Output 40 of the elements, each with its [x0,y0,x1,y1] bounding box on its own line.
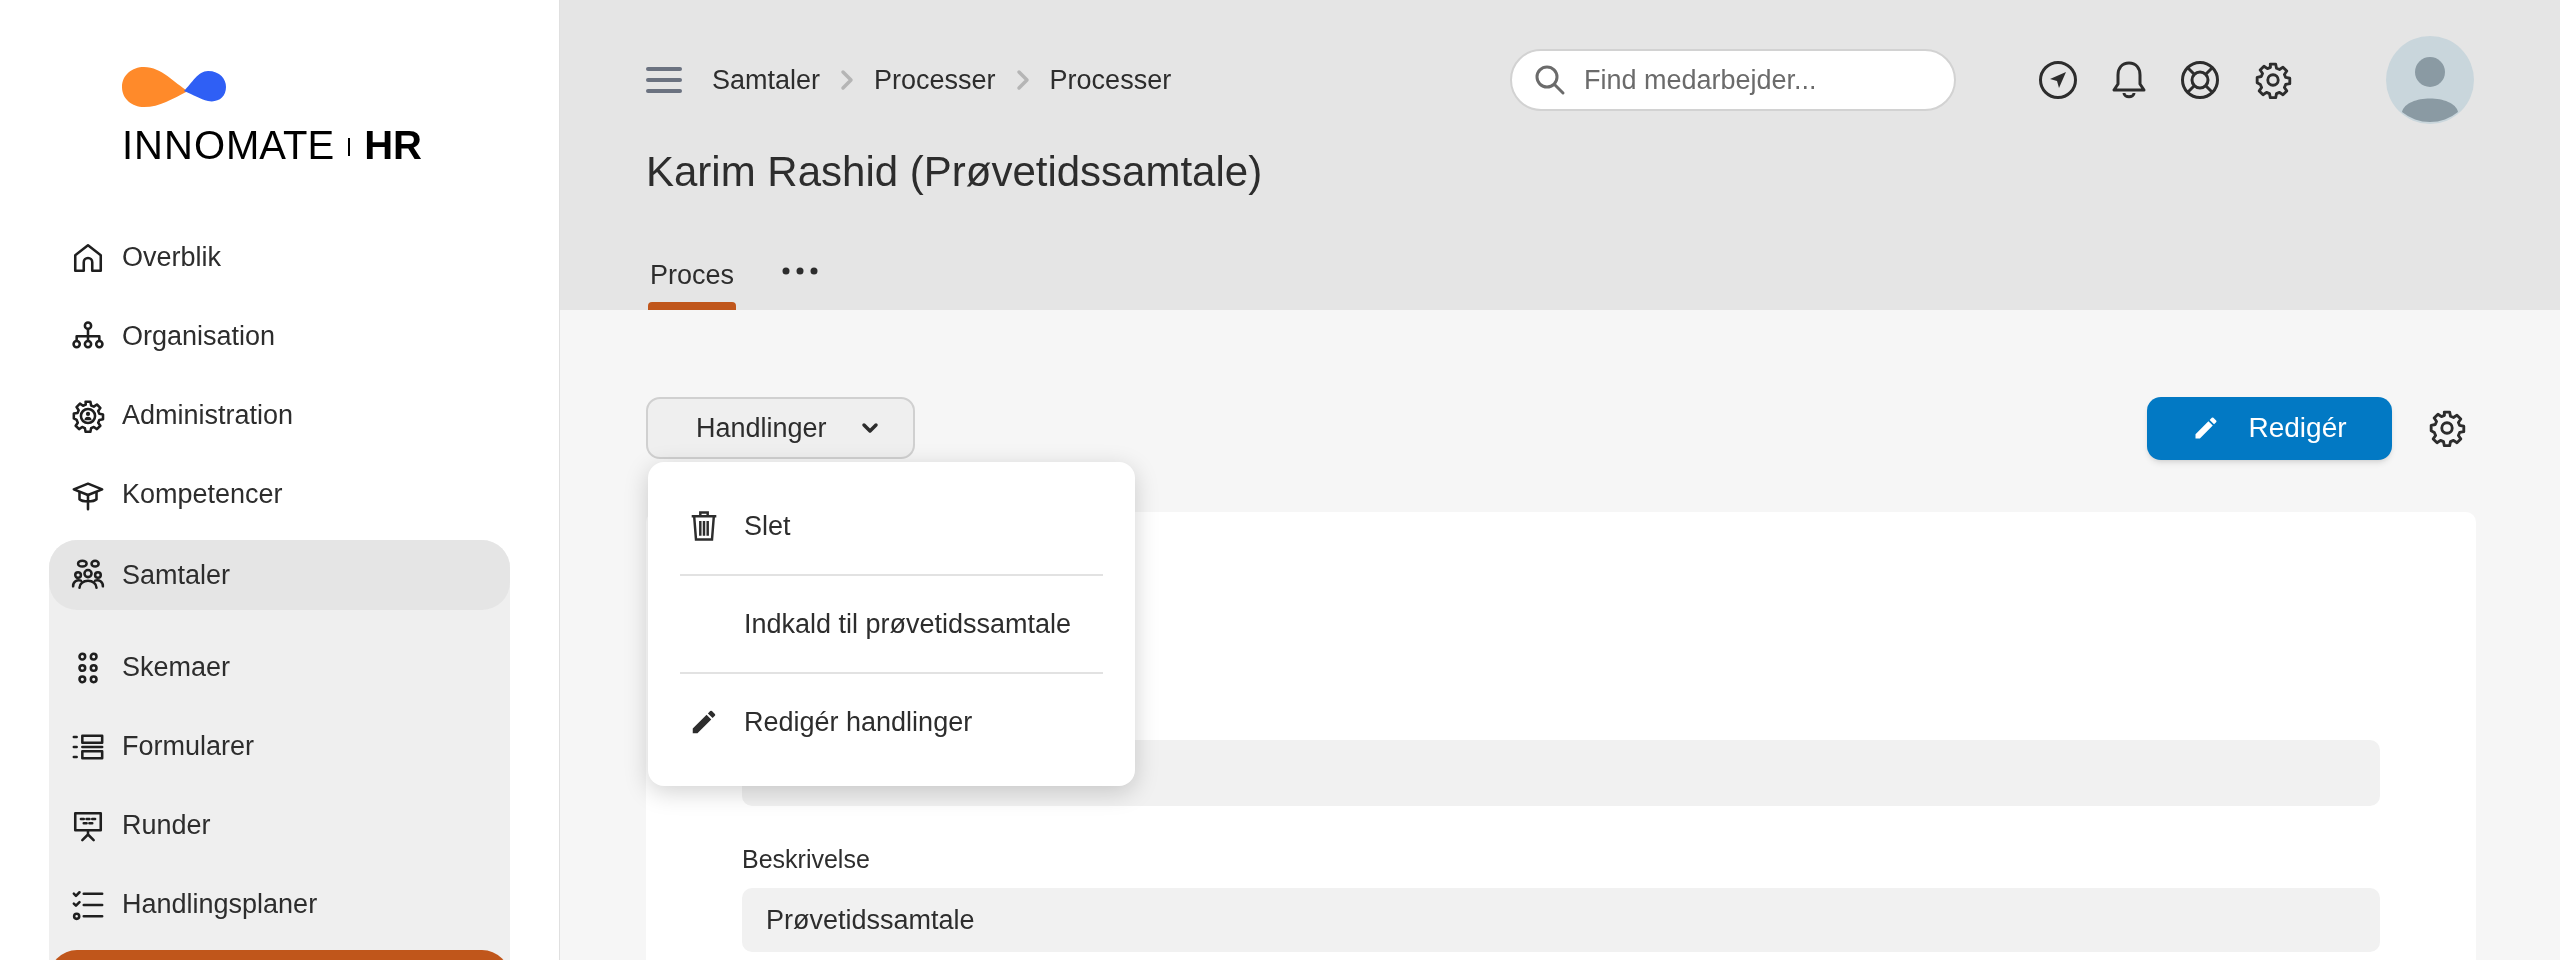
edit-button[interactable]: Redigér [2147,396,2392,460]
logo-text: INNO [122,123,226,167]
people-icon [71,558,105,592]
text-field[interactable]: Prøvetidssamtale [742,888,2380,952]
gear-person-icon [71,398,105,433]
tab[interactable]: Proces [646,245,739,310]
nav-item[interactable]: Organisation [0,297,559,376]
field-label: Beskrivelse [742,844,871,875]
menu-item[interactable]: Indkald til prøvetidssamtale [648,576,1135,672]
bell-icon[interactable] [2112,60,2146,100]
logo-text: HR [364,123,422,167]
logo-icon [122,65,226,109]
settings-icon[interactable] [2254,61,2292,99]
chevron-icon [840,69,855,91]
nav-item[interactable]: Formularer [49,707,510,786]
nav-item[interactable]: Handlingsplaner [49,865,510,944]
trash-icon [689,510,719,542]
actions-dropdown-button[interactable]: Handlinger [646,397,915,459]
nav-item[interactable]: Skemaer [49,628,510,707]
breadcrumb-link[interactable]: Processer [1049,59,1172,101]
more-icon[interactable] [782,267,819,275]
lifebuoy-icon[interactable] [2180,60,2220,100]
logo-text: MATE [226,123,335,167]
nav-item[interactable]: Administration [0,376,559,455]
search-field[interactable]: Find medarbejder... [1510,49,1956,111]
nav-item[interactable]: Overblik [0,218,559,297]
nav-item[interactable]: Samtaler [49,540,510,610]
menu-item[interactable]: Slet [648,478,1135,574]
page-title: Karim Rashid (Prøvetidssamtale) [646,147,1264,197]
breadcrumb-link[interactable]: Samtaler [712,59,821,101]
menu-item[interactable]: Redigér handlinger [648,674,1135,770]
navigation-icon[interactable] [2038,60,2078,100]
nav-item[interactable]: Runder [49,786,510,865]
chevron-icon [1015,69,1030,91]
nav-item[interactable]: Kompetencer [0,455,559,534]
settings-icon[interactable] [2428,409,2466,447]
caret-icon [860,422,879,434]
menu-icon[interactable] [646,67,682,93]
search-icon [1534,64,1566,96]
breadcrumb-link[interactable]: Processer [874,59,996,101]
